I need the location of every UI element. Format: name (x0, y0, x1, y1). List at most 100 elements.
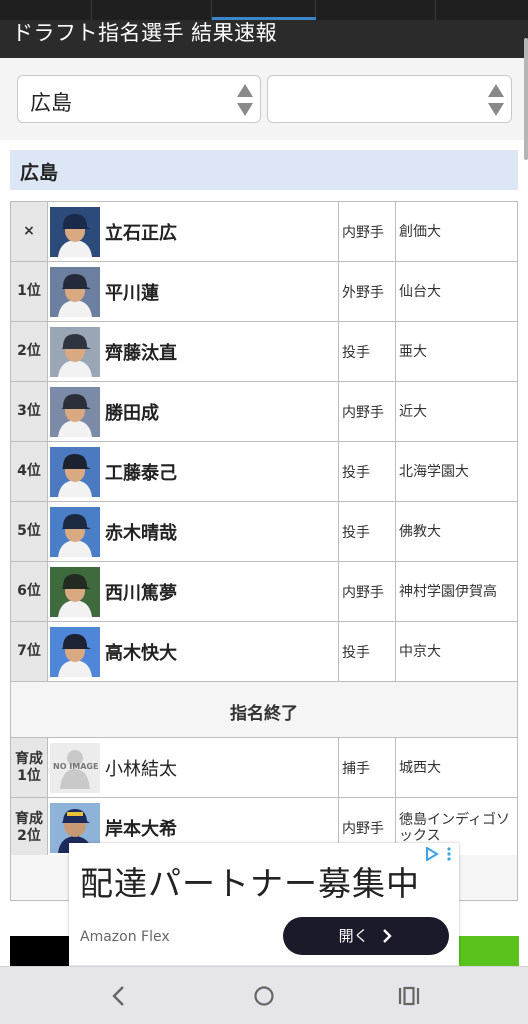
rank-cell: 6位 (10, 561, 48, 622)
no-image-text: NO IMAGE (53, 761, 99, 771)
rank-cell: × (10, 201, 48, 262)
player-cell: 立石正広 (47, 201, 339, 262)
table-row[interactable]: 2位 齊藤汰直 投手 亜大 (10, 321, 518, 382)
end-label: 指名終了 (10, 681, 518, 741)
end-row: 指名終了 (10, 681, 518, 741)
rank-cell: 5位 (10, 501, 48, 562)
rank-line-2: 1位 (17, 767, 41, 784)
player-name[interactable]: 齊藤汰直 (105, 339, 177, 365)
adchoices-icon[interactable] (423, 847, 453, 861)
no-image-placeholder: NO IMAGE (50, 742, 100, 793)
school-cell: 中京大 (395, 621, 518, 682)
table-row[interactable]: 6位 西川篤夢 内野手 神村学園伊賀高 (10, 561, 518, 622)
tab-1[interactable] (0, 0, 92, 20)
recents-icon[interactable] (394, 981, 424, 1011)
position-cell: 投手 (338, 621, 396, 682)
player-name[interactable]: 高木快大 (105, 639, 177, 665)
school-cell: 近大 (395, 381, 518, 442)
position-cell: 投手 (338, 441, 396, 502)
position-cell: 投手 (338, 501, 396, 562)
filter-bar: 広島 (0, 58, 528, 140)
second-select[interactable] (267, 75, 512, 123)
tab-strip (0, 0, 528, 20)
player-cell: 高木快大 (47, 621, 339, 682)
team-select-value: 広島 (30, 91, 72, 115)
table-row[interactable]: 育成 1位 NO IMAGE 小林結太 捕手 城西大 (10, 737, 518, 798)
player-photo (50, 326, 100, 377)
rank-cell: 2位 (10, 321, 48, 382)
app-header: ドラフト指名選手 結果速報 (0, 0, 528, 58)
team-section-title: 広島 (20, 162, 59, 184)
school-cell: 創価大 (395, 201, 518, 262)
ad-brand: Amazon Flex (80, 929, 170, 945)
rank-line-1: 育成 (15, 750, 43, 767)
rank-cell: 育成 2位 (10, 797, 48, 858)
tab-4[interactable] (316, 0, 436, 20)
school-cell: 亜大 (395, 321, 518, 382)
player-name[interactable]: 西川篤夢 (105, 579, 177, 605)
player-name[interactable]: 工藤泰己 (105, 459, 177, 485)
team-select[interactable]: 広島 (17, 75, 261, 123)
tab-2[interactable] (92, 0, 212, 20)
chevron-right-icon (383, 929, 393, 943)
player-cell: 平川蓮 (47, 261, 339, 322)
player-photo (50, 446, 100, 497)
position-cell: 投手 (338, 321, 396, 382)
player-photo (50, 266, 100, 317)
rank-cell: 1位 (10, 261, 48, 322)
player-photo (50, 626, 100, 677)
scrollbar[interactable] (524, 38, 528, 160)
position-cell: 内野手 (338, 561, 396, 622)
player-photo (50, 386, 100, 437)
table-row[interactable]: 5位 赤木晴哉 投手 佛教大 (10, 501, 518, 562)
school-cell: 仙台大 (395, 261, 518, 322)
player-name[interactable]: 立石正広 (105, 219, 177, 245)
player-cell: 勝田成 (47, 381, 339, 442)
development-picks-table: 育成 1位 NO IMAGE 小林結太 捕手 城西大 育成 2位 岸本大希 内野… (10, 737, 518, 858)
player-name[interactable]: 平川蓮 (105, 279, 159, 305)
ad-banner[interactable]: 配達パートナー募集中 Amazon Flex 開く (69, 843, 459, 965)
ad-headline: 配達パートナー募集中 (80, 864, 420, 903)
system-nav-bar (0, 966, 528, 1024)
rank-cell: 4位 (10, 441, 48, 502)
select-arrows-icon (237, 84, 253, 116)
player-cell: 西川篤夢 (47, 561, 339, 622)
banner-right-edge (459, 936, 519, 966)
player-name[interactable]: 岸本大希 (105, 815, 177, 841)
school-cell: 佛教大 (395, 501, 518, 562)
team-section-header: 広島 (10, 150, 518, 190)
player-cell: 工藤泰己 (47, 441, 339, 502)
player-name[interactable]: 小林結太 (105, 755, 177, 781)
player-photo (50, 506, 100, 557)
rank-line-1: 育成 (15, 810, 43, 827)
school-cell: 北海学園大 (395, 441, 518, 502)
select-arrows-icon (488, 84, 504, 116)
table-row[interactable]: 1位 平川蓮 外野手 仙台大 (10, 261, 518, 322)
player-name[interactable]: 勝田成 (105, 399, 159, 425)
table-row[interactable]: 3位 勝田成 内野手 近大 (10, 381, 518, 442)
rank-cell: 3位 (10, 381, 48, 442)
ad-open-label: 開く (338, 927, 369, 945)
home-icon[interactable] (249, 981, 279, 1011)
school-cell: 城西大 (395, 737, 518, 798)
rank-line-2: 2位 (17, 827, 41, 844)
draft-picks-table: × 立石正広 内野手 創価大 1位 平川蓮 外野手 仙台大 2位 齊藤汰直 投手 亜大 3位 勝田成 内野手… (10, 201, 518, 741)
player-cell: 齊藤汰直 (47, 321, 339, 382)
rank-cell: 7位 (10, 621, 48, 682)
school-cell: 神村学園伊賀高 (395, 561, 518, 622)
position-cell: 内野手 (338, 381, 396, 442)
back-icon[interactable] (104, 981, 134, 1011)
player-photo (50, 566, 100, 617)
ad-open-button[interactable]: 開く (283, 917, 449, 955)
player-name[interactable]: 赤木晴哉 (105, 519, 177, 545)
player-cell: NO IMAGE 小林結太 (47, 737, 339, 798)
rank-cell: 育成 1位 (10, 737, 48, 798)
position-cell: 外野手 (338, 261, 396, 322)
banner-left-edge (10, 936, 69, 966)
position-cell: 内野手 (338, 201, 396, 262)
table-row[interactable]: 4位 工藤泰己 投手 北海学園大 (10, 441, 518, 502)
table-row[interactable]: 7位 高木快大 投手 中京大 (10, 621, 518, 682)
position-cell: 捕手 (338, 737, 396, 798)
table-row[interactable]: × 立石正広 内野手 創価大 (10, 201, 518, 262)
page-title: ドラフト指名選手 結果速報 (12, 21, 278, 45)
